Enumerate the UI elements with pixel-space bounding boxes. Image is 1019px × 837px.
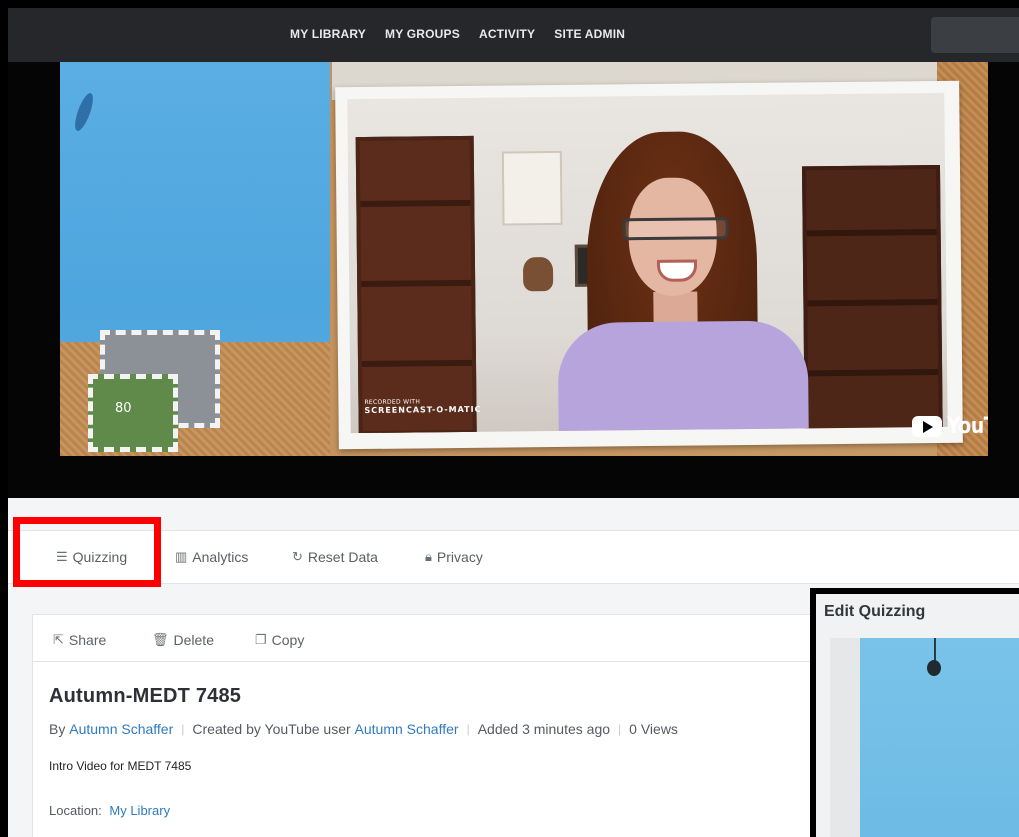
owl-decor [522, 257, 554, 292]
lock-icon: 🔒︎ [425, 549, 432, 564]
reset-icon: ↻ [292, 549, 303, 564]
tab-reset-data[interactable]: ↻ Reset Data [292, 549, 378, 565]
location-label: Location: [49, 803, 102, 818]
added-time: Added 3 minutes ago [477, 721, 611, 737]
youtube-wordmark: YouTube [947, 414, 988, 439]
nav-my-groups[interactable]: MY GROUPS [385, 27, 460, 41]
top-nav-bar: MY LIBRARY MY GROUPS ACTIVITY SITE ADMIN [8, 8, 1019, 62]
search-box[interactable] [931, 17, 1019, 53]
presenter-shirt [557, 320, 809, 434]
media-meta: By Autumn Schaffer | Created by YouTube … [49, 721, 678, 737]
action-label: Share [68, 632, 107, 648]
delete-button[interactable]: 🗑︎ Delete [152, 632, 214, 648]
photo-frame: RECORDED WITH SCREENCAST-O-MATIC [335, 80, 963, 450]
copy-button[interactable]: ❐ Copy [255, 632, 304, 648]
screencast-brand: SCREENCAST-O-MATIC [364, 404, 482, 415]
nav-activity[interactable]: ACTIVITY [479, 27, 535, 41]
meta-separator: | [181, 722, 185, 736]
nav-my-library[interactable]: MY LIBRARY [290, 27, 366, 41]
share-button[interactable]: ⇱ Share [53, 632, 106, 648]
map-land-shape [71, 91, 97, 133]
quizzing-highlight-box [13, 517, 161, 587]
presenter [556, 130, 819, 434]
media-title: Autumn-MEDT 7485 [49, 685, 242, 707]
copy-icon: ❐ [255, 632, 267, 647]
bar-chart-icon: ▥ [175, 549, 188, 564]
nav-links: MY LIBRARY MY GROUPS ACTIVITY SITE ADMIN [290, 27, 644, 41]
youtube-logo[interactable]: YouTube [912, 414, 988, 439]
location-link[interactable]: My Library [109, 803, 170, 818]
glasses [622, 217, 729, 241]
stamp-80: 80 [88, 374, 178, 452]
inset-video-preview[interactable] [860, 638, 1019, 837]
bookshelf-left [355, 135, 477, 434]
action-label: Delete [173, 632, 214, 648]
stamp-value: 80 [115, 401, 132, 416]
hanging-object [927, 660, 941, 676]
nav-site-admin[interactable]: SITE ADMIN [554, 27, 625, 41]
video-player-area: 80 RECORDED WITH SCREENCAST-O-MATIC You [8, 62, 1019, 498]
bookshelf-right [801, 164, 943, 434]
youtube-play-icon [912, 416, 942, 437]
meta-separator: | [618, 722, 622, 736]
author-link[interactable]: Autumn Schaffer [69, 721, 173, 737]
screencast-watermark: RECORDED WITH SCREENCAST-O-MATIC [364, 398, 481, 415]
tab-privacy[interactable]: 🔒︎ Privacy [425, 549, 483, 565]
tab-analytics[interactable]: ▥ Analytics [175, 549, 248, 565]
trash-icon: 🗑︎ [152, 632, 169, 647]
inset-title: Edit Quizzing [824, 603, 926, 620]
created-prefix: Created by YouTube user [192, 721, 351, 737]
tab-label: Analytics [192, 549, 249, 565]
webcam-scene: RECORDED WITH SCREENCAST-O-MATIC [347, 92, 948, 434]
media-description: Intro Video for MEDT 7485 [49, 759, 192, 773]
action-label: Copy [271, 632, 305, 648]
by-prefix: By [49, 721, 66, 737]
youtube-user-link[interactable]: Autumn Schaffer [355, 721, 459, 737]
tab-label: Privacy [436, 549, 483, 565]
video-player[interactable]: 80 RECORDED WITH SCREENCAST-O-MATIC You [60, 62, 988, 456]
media-location: Location: My Library [49, 803, 170, 818]
inset-panel: Edit Quizzing [816, 594, 1019, 837]
tab-label: Reset Data [307, 549, 378, 565]
meta-separator: | [466, 722, 470, 736]
share-icon: ⇱ [53, 632, 64, 647]
edit-quizzing-inset: Edit Quizzing [810, 588, 1019, 837]
view-count: 0 Views [629, 721, 678, 737]
owl-poster [501, 150, 563, 226]
